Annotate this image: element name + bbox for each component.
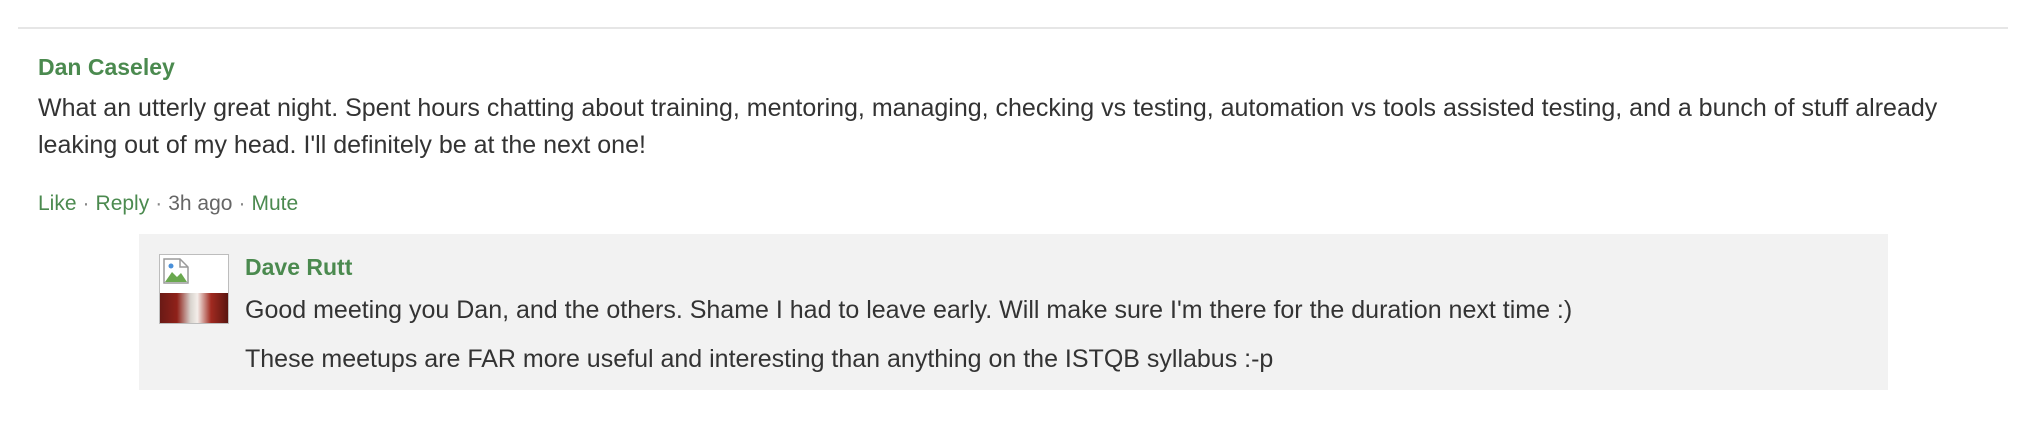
comment-actions: Like · Reply · 3h ago · Mute bbox=[38, 190, 298, 218]
comment-author-link[interactable]: Dan Caseley bbox=[38, 52, 2008, 82]
separator: · bbox=[238, 192, 246, 215]
reply-paragraph: These meetups are FAR more useful and in… bbox=[245, 345, 1274, 373]
top-divider bbox=[18, 27, 2008, 29]
mute-link[interactable]: Mute bbox=[251, 192, 298, 215]
like-link[interactable]: Like bbox=[38, 192, 77, 215]
broken-image-icon bbox=[163, 258, 189, 284]
comment: Dan Caseley What an utterly great night.… bbox=[38, 52, 2008, 164]
avatar-photo bbox=[160, 293, 228, 323]
comment-body: What an utterly great night. Spent hours… bbox=[38, 94, 1938, 159]
separator: · bbox=[82, 192, 90, 215]
reply-link[interactable]: Reply bbox=[96, 192, 150, 215]
timestamp: 3h ago bbox=[168, 192, 233, 215]
reply-author-link[interactable]: Dave Rutt bbox=[245, 252, 352, 282]
reply-paragraph: Good meeting you Dan, and the others. Sh… bbox=[245, 296, 1573, 324]
avatar[interactable] bbox=[159, 254, 229, 324]
separator: · bbox=[155, 192, 163, 215]
reply-comment: Dave Rutt Good meeting you Dan, and the … bbox=[139, 234, 1888, 390]
